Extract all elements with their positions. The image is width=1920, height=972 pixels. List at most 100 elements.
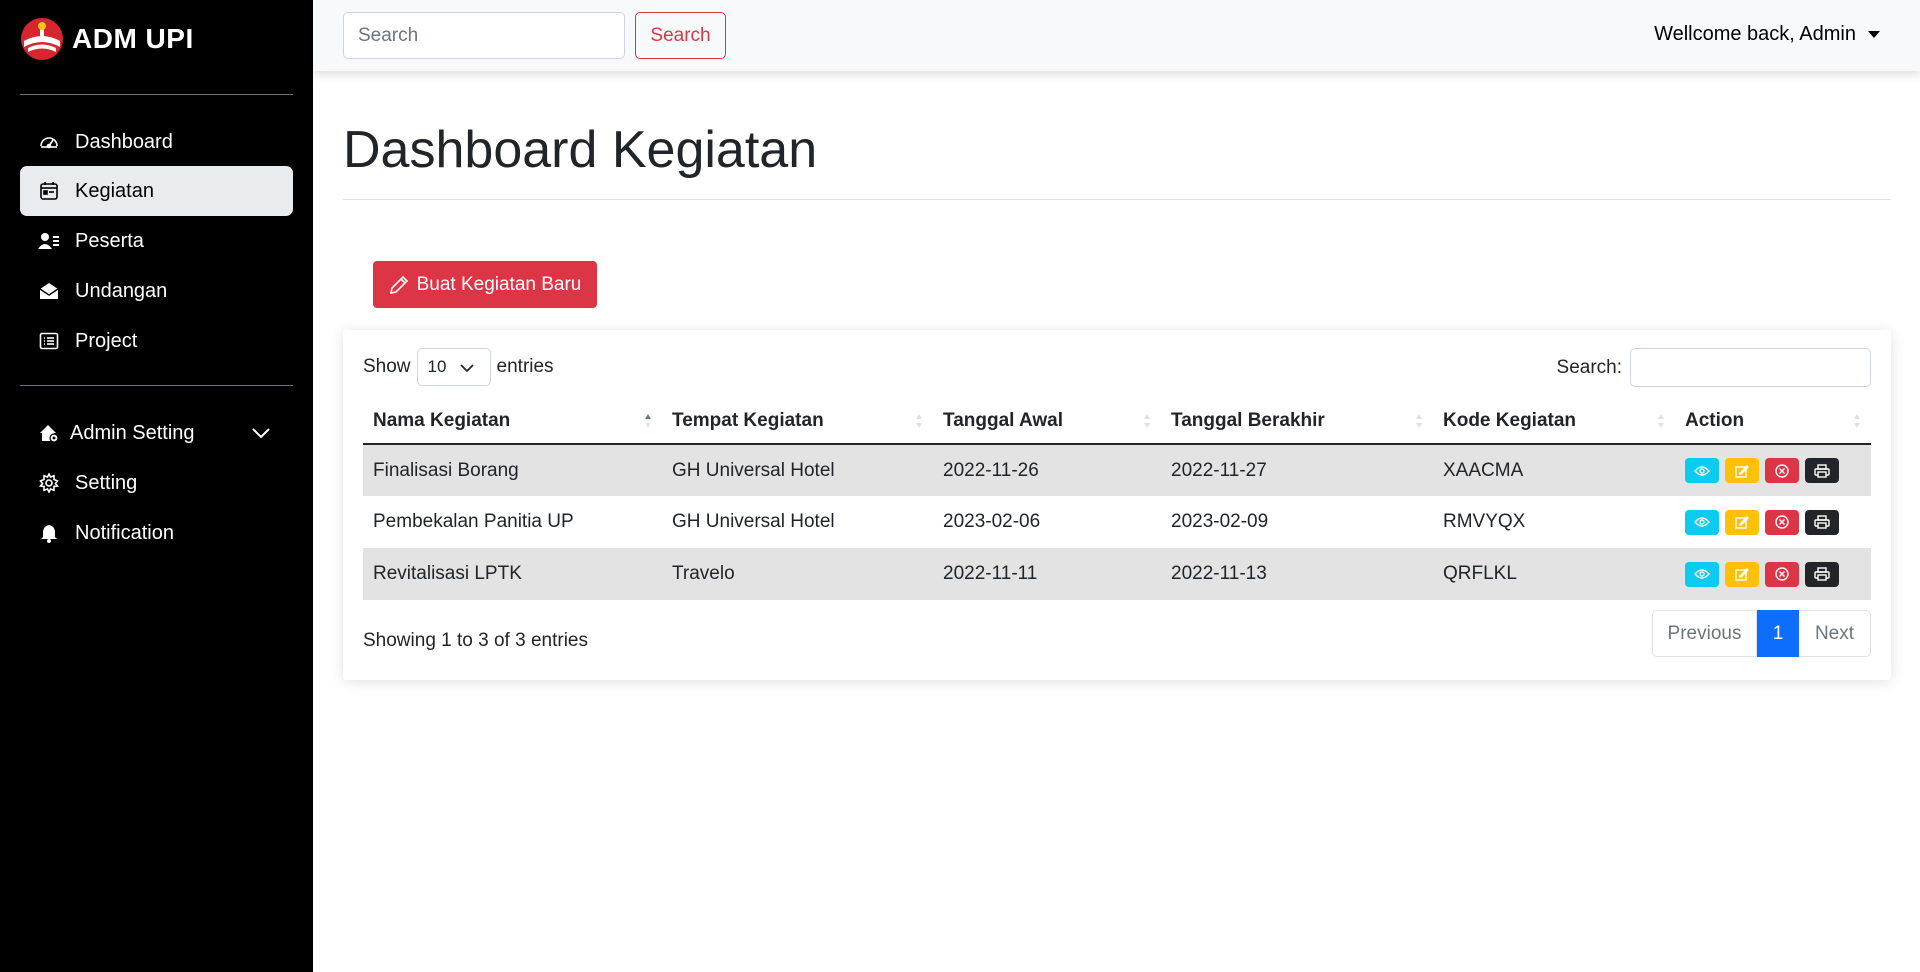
entries-select-value: 10	[427, 357, 447, 376]
entries-select[interactable]: 10	[416, 348, 491, 386]
cell-kode-kegiatan: RMVYQX	[1433, 496, 1675, 548]
printer-icon	[1814, 567, 1830, 581]
brand[interactable]: ADM UPI	[20, 18, 194, 60]
column-header-label: Kode Kegiatan	[1443, 409, 1577, 431]
sidebar-item-setting[interactable]: Setting	[20, 458, 293, 508]
column-header-label: Tempat Kegiatan	[672, 409, 824, 431]
sidebar-item-undangan[interactable]: Undangan	[20, 266, 293, 316]
people-icon	[38, 230, 60, 252]
caret-down-icon	[1868, 31, 1880, 38]
cell-tanggal-awal: 2022-11-26	[933, 444, 1161, 496]
sidebar-item-label: Project	[75, 329, 138, 352]
table-header-row: Nama Kegiatan Tempat Kegiatan Tanggal Aw…	[363, 398, 1871, 445]
edit-button[interactable]	[1725, 509, 1759, 535]
sidebar-item-peserta[interactable]: Peserta	[20, 216, 293, 266]
eye-icon	[1694, 569, 1710, 579]
column-header-tanggal-berakhir[interactable]: Tanggal Berakhir	[1161, 398, 1433, 445]
pagination-page-1[interactable]: 1	[1757, 610, 1799, 657]
pagination-next[interactable]: Next	[1799, 610, 1871, 657]
cell-nama-kegiatan: Pembekalan Panitia UP	[363, 496, 662, 548]
edit-icon	[1735, 464, 1749, 478]
view-button[interactable]	[1685, 561, 1719, 587]
house-gear-icon	[38, 422, 60, 444]
column-header-action[interactable]: Action	[1675, 398, 1871, 445]
cell-tempat-kegiatan: GH Universal Hotel	[662, 496, 933, 548]
sort-icon	[1854, 414, 1860, 428]
brand-name: ADM UPI	[72, 23, 194, 54]
list-icon	[38, 330, 60, 352]
column-header-label: Action	[1685, 409, 1745, 431]
column-header-tanggal-awal[interactable]: Tanggal Awal	[933, 398, 1161, 445]
cell-action	[1675, 496, 1871, 548]
table-search: Search:	[1557, 348, 1871, 387]
chevron-down-icon[interactable]	[251, 423, 271, 443]
sidebar-item-notification[interactable]: Notification	[20, 508, 293, 558]
sidebar: ADM UPI Dashboard Kegiatan Peserta Undan…	[0, 0, 313, 972]
length-suffix-label: entries	[496, 356, 554, 377]
sidebar-item-kegiatan[interactable]: Kegiatan	[20, 166, 293, 216]
table-row: Finalisasi Borang GH Universal Hotel 202…	[363, 444, 1871, 496]
sidebar-divider	[20, 94, 293, 95]
delete-button[interactable]	[1765, 561, 1799, 587]
page-title: Dashboard Kegiatan	[343, 121, 818, 179]
entries-length: Show 10 entries	[363, 348, 554, 386]
sidebar-item-admin-setting[interactable]: Admin Setting	[20, 408, 293, 458]
edit-button[interactable]	[1725, 561, 1759, 587]
column-header-nama-kegiatan[interactable]: Nama Kegiatan	[363, 398, 662, 445]
printer-icon	[1814, 463, 1830, 478]
user-greeting: Wellcome back, Admin	[1654, 23, 1856, 45]
x-circle-icon	[1775, 515, 1789, 529]
view-button[interactable]	[1685, 458, 1719, 483]
edit-button[interactable]	[1725, 458, 1759, 483]
cell-action	[1675, 548, 1871, 600]
delete-button[interactable]	[1765, 509, 1799, 535]
sidebar-item-label: Peserta	[75, 229, 144, 252]
delete-button[interactable]	[1765, 458, 1799, 483]
kegiatan-table: Nama Kegiatan Tempat Kegiatan Tanggal Aw…	[363, 398, 1871, 600]
table-search-input[interactable]	[1630, 348, 1871, 387]
edit-icon	[1735, 516, 1749, 529]
cell-action	[1675, 444, 1871, 496]
search-button[interactable]: Search	[635, 12, 726, 59]
print-button[interactable]	[1805, 509, 1839, 535]
sort-icon	[1658, 414, 1664, 428]
cell-nama-kegiatan: Revitalisasi LPTK	[363, 548, 662, 600]
sort-icon	[1416, 414, 1422, 428]
upi-logo	[21, 18, 63, 60]
sidebar-item-label: Admin Setting	[70, 421, 195, 444]
sort-asc-icon	[645, 414, 651, 428]
cell-tanggal-berakhir: 2022-11-13	[1161, 548, 1433, 600]
user-menu[interactable]: Wellcome back, Admin	[1654, 23, 1880, 46]
bell-icon	[38, 522, 60, 544]
sidebar-item-project[interactable]: Project	[20, 316, 293, 366]
title-divider	[343, 199, 1891, 200]
cell-tanggal-awal: 2023-02-06	[933, 496, 1161, 548]
column-header-label: Nama Kegiatan	[373, 409, 511, 431]
new-kegiatan-button[interactable]: Buat Kegiatan Baru	[373, 261, 597, 308]
pagination: Previous 1 Next	[1652, 610, 1871, 657]
table-row: Pembekalan Panitia UP GH Universal Hotel…	[363, 496, 1871, 548]
column-header-label: Tanggal Awal	[943, 409, 1064, 431]
sidebar-item-dashboard[interactable]: Dashboard	[20, 117, 293, 167]
cell-kode-kegiatan: XAACMA	[1433, 444, 1675, 496]
sidebar-divider	[20, 385, 293, 386]
printer-icon	[1814, 515, 1830, 529]
print-button[interactable]	[1805, 458, 1839, 483]
sidebar-item-label: Undangan	[75, 279, 168, 302]
table-row: Revitalisasi LPTK Travelo 2022-11-11 202…	[363, 548, 1871, 600]
search-input[interactable]	[343, 12, 625, 59]
column-header-label: Tanggal Berakhir	[1171, 409, 1325, 431]
x-circle-icon	[1775, 567, 1789, 581]
sort-icon	[1144, 414, 1150, 428]
eye-icon	[1694, 517, 1710, 527]
column-header-kode-kegiatan[interactable]: Kode Kegiatan	[1433, 398, 1675, 445]
cell-tanggal-berakhir: 2022-11-27	[1161, 444, 1433, 496]
cell-tempat-kegiatan: Travelo	[662, 548, 933, 600]
column-header-tempat-kegiatan[interactable]: Tempat Kegiatan	[662, 398, 933, 445]
pagination-previous[interactable]: Previous	[1652, 610, 1757, 657]
sort-icon	[916, 414, 922, 428]
sidebar-item-label: Kegiatan	[75, 179, 154, 202]
view-button[interactable]	[1685, 509, 1719, 535]
print-button[interactable]	[1805, 561, 1839, 587]
envelope-icon	[38, 280, 60, 302]
